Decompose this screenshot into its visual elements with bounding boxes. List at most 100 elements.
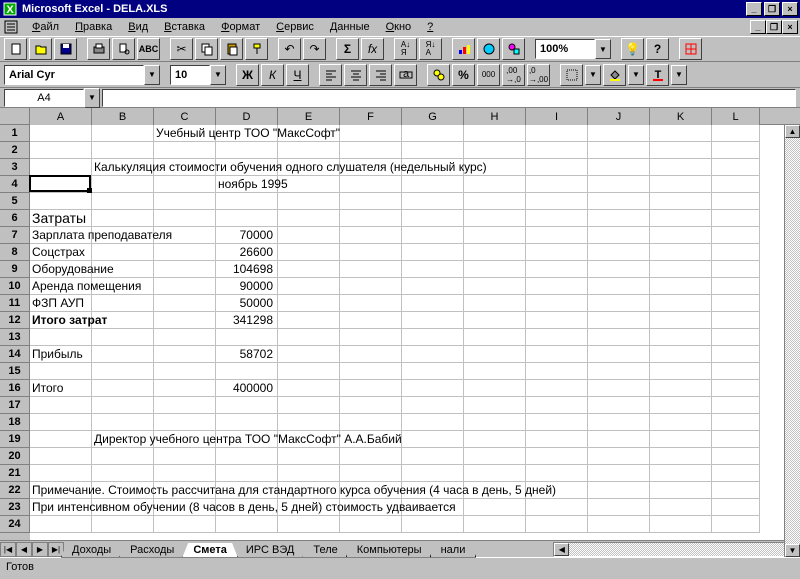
cell-A17[interactable] [30,397,92,414]
tip-button[interactable]: 💡 [621,38,644,60]
cell-I23[interactable] [526,499,588,516]
cell-F13[interactable] [340,329,402,346]
cell-I20[interactable] [526,448,588,465]
col-header-J[interactable]: J [588,108,650,125]
cell-L10[interactable] [712,278,760,295]
cell-E15[interactable] [278,363,340,380]
col-header-C[interactable]: C [154,108,216,125]
cell-J19[interactable] [588,431,650,448]
underline-button[interactable]: Ч [286,64,309,86]
cell-H21[interactable] [464,465,526,482]
col-header-E[interactable]: E [278,108,340,125]
cell-K14[interactable] [650,346,712,363]
cell-B2[interactable] [92,142,154,159]
size-combo[interactable]: ▼ [170,65,226,85]
cell-L2[interactable] [712,142,760,159]
cell-H9[interactable] [464,261,526,278]
col-header-A[interactable]: A [30,108,92,125]
cell-G24[interactable] [402,516,464,533]
cell-J17[interactable] [588,397,650,414]
cell-H16[interactable] [464,380,526,397]
row-header-19[interactable]: 19 [0,431,30,448]
cell-G17[interactable] [402,397,464,414]
cell-A9[interactable]: Оборудование [30,261,92,278]
percent-button[interactable]: % [452,64,475,86]
cell-F1[interactable] [340,125,402,142]
align-left-button[interactable] [319,64,342,86]
italic-button[interactable]: К [261,64,284,86]
cell-C5[interactable] [154,193,216,210]
cell-F4[interactable] [340,176,402,193]
formula-input[interactable] [102,89,796,107]
size-input[interactable] [170,65,210,85]
cell-L19[interactable] [712,431,760,448]
menu-format[interactable]: Формат [213,20,268,34]
cell-C10[interactable] [154,278,216,295]
scroll-up-button[interactable]: ▲ [785,125,800,138]
cell-J14[interactable] [588,346,650,363]
cell-E12[interactable] [278,312,340,329]
cell-H6[interactable] [464,210,526,227]
col-header-F[interactable]: F [340,108,402,125]
cell-F6[interactable] [340,210,402,227]
sheet-tab-1[interactable]: Расходы [119,543,185,558]
cell-A5[interactable] [30,193,92,210]
cell-I8[interactable] [526,244,588,261]
cell-H20[interactable] [464,448,526,465]
tab-first-button[interactable]: |◀ [0,542,16,557]
borders-dropdown[interactable]: ▼ [585,65,601,85]
cell-G4[interactable] [402,176,464,193]
menu-window[interactable]: Окно [378,20,420,34]
col-header-G[interactable]: G [402,108,464,125]
cell-K4[interactable] [650,176,712,193]
cell-L18[interactable] [712,414,760,431]
cell-J9[interactable] [588,261,650,278]
cell-A21[interactable] [30,465,92,482]
cell-J23[interactable] [588,499,650,516]
merge-center-button[interactable]: a [394,64,417,86]
sheet-tab-2[interactable]: Смета [182,543,238,558]
cell-K18[interactable] [650,414,712,431]
cell-D9[interactable]: 104698 [216,261,278,278]
extra-button[interactable] [679,38,702,60]
cell-K7[interactable] [650,227,712,244]
cell-H4[interactable] [464,176,526,193]
chart-button[interactable] [452,38,475,60]
cell-F11[interactable] [340,295,402,312]
row-header-21[interactable]: 21 [0,465,30,482]
cell-C8[interactable] [154,244,216,261]
cell-J12[interactable] [588,312,650,329]
cell-F14[interactable] [340,346,402,363]
document-icon[interactable] [4,20,18,34]
cell-L23[interactable] [712,499,760,516]
cell-E5[interactable] [278,193,340,210]
cell-I2[interactable] [526,142,588,159]
cell-D16[interactable]: 400000 [216,380,278,397]
cell-J15[interactable] [588,363,650,380]
bold-button[interactable]: Ж [236,64,259,86]
cell-E21[interactable] [278,465,340,482]
cell-I9[interactable] [526,261,588,278]
function-button[interactable]: fx [361,38,384,60]
row-header-8[interactable]: 8 [0,244,30,261]
cell-C11[interactable] [154,295,216,312]
col-header-K[interactable]: K [650,108,712,125]
col-header-H[interactable]: H [464,108,526,125]
cell-G2[interactable] [402,142,464,159]
menu-edit[interactable]: Правка [67,20,120,34]
cell-E8[interactable] [278,244,340,261]
cell-C9[interactable] [154,261,216,278]
name-box-dropdown[interactable]: ▼ [84,88,100,108]
cell-A1[interactable] [30,125,92,142]
cell-D21[interactable] [216,465,278,482]
cell-A16[interactable]: Итого [30,380,92,397]
sheet-tab-4[interactable]: Теле [302,543,348,558]
cell-K9[interactable] [650,261,712,278]
cell-C1[interactable]: Учебный центр ТОО "МаксСофт" [154,125,216,142]
cell-F21[interactable] [340,465,402,482]
cell-J10[interactable] [588,278,650,295]
cell-A10[interactable]: Аренда помещения [30,278,92,295]
cell-A18[interactable] [30,414,92,431]
cell-H5[interactable] [464,193,526,210]
cell-B17[interactable] [92,397,154,414]
